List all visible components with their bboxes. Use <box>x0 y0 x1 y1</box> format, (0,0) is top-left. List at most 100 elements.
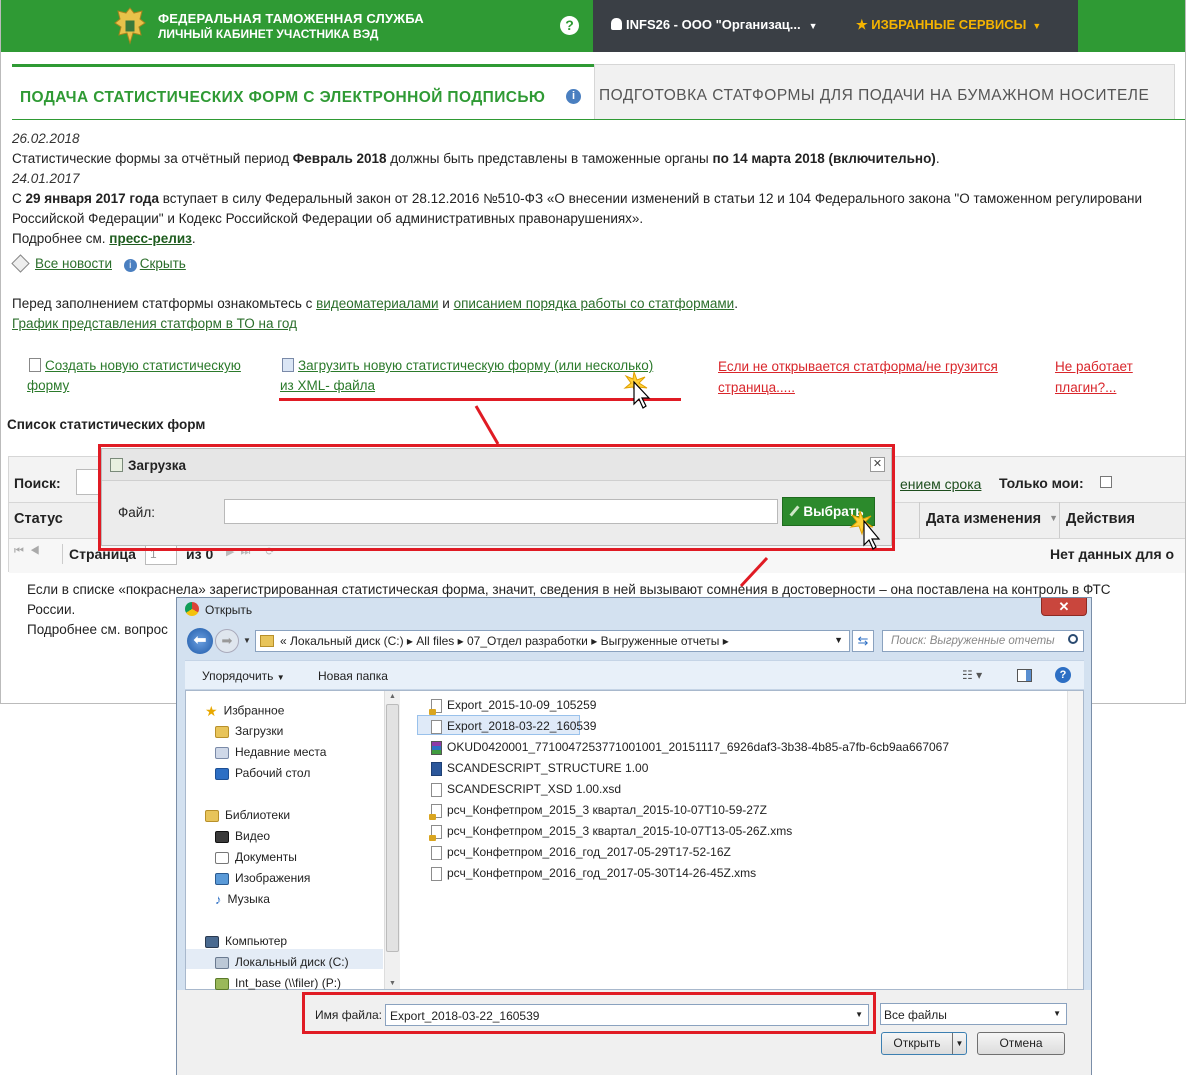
video-materials-link[interactable]: видеоматериалами <box>316 296 438 311</box>
nav-local-disk-label: Локальный диск (C:) <box>235 955 349 969</box>
file-item[interactable]: SCANDESCRIPT_XSD 1.00.xsd <box>431 782 621 797</box>
nav-video-label: Видео <box>235 829 271 843</box>
history-chevron-icon[interactable]: ▼ <box>243 636 251 645</box>
nav-documents-label: Документы <box>235 850 297 864</box>
only-mine-checkbox[interactable] <box>1100 476 1112 488</box>
nav-network-drive[interactable]: Int_base (\\filer) (P:) <box>215 976 341 990</box>
breadcrumb-item[interactable]: Локальный диск (C:) <box>290 634 404 648</box>
nav-computer[interactable]: Компьютер <box>205 934 287 948</box>
chevron-down-icon: ▼ <box>276 673 285 682</box>
nav-downloads[interactable]: Загрузки <box>215 724 283 738</box>
info-icon[interactable]: i <box>566 89 581 104</box>
column-changed-date[interactable]: Дата изменения ▼ <box>926 511 1058 527</box>
file-item[interactable]: рсч_Конфетпром_2016_год_2017-05-29T17-52… <box>431 845 731 860</box>
back-button[interactable]: ⬅ <box>187 628 213 654</box>
nav-video[interactable]: Видео <box>215 829 270 843</box>
search-input[interactable]: Поиск: Выгруженные отчеты <box>882 630 1084 652</box>
search-label: Поиск: <box>14 475 61 491</box>
troubleshoot-label: Если не открывается статформа/не грузитс… <box>718 359 998 374</box>
refresh-icon[interactable]: ⇆ <box>852 630 874 652</box>
pager-first-prev-icon[interactable]: ⏮◀ <box>14 545 46 558</box>
music-icon: ♪ <box>215 892 222 908</box>
all-news-link[interactable]: Все новости <box>35 256 112 271</box>
nav-images[interactable]: Изображения <box>215 871 310 885</box>
view-menu-icon[interactable]: ☷ ▾ <box>962 668 982 682</box>
new-folder-button[interactable]: Новая папка <box>318 669 388 683</box>
news-date-2: 24.01.2017 <box>12 171 80 186</box>
highlight-box <box>302 992 876 1034</box>
create-form-link[interactable]: Создать новую статистическую форму <box>27 356 241 396</box>
upload-xml-link[interactable]: Загрузить новую статистическую форму (ил… <box>280 356 653 396</box>
file-name: OKUD0420001_7710047253771001001_20151117… <box>447 740 950 754</box>
file-name: рсч_Конфетпром_2015_3 квартал_2015-10-07… <box>447 803 767 817</box>
help-icon[interactable]: ? <box>560 16 579 35</box>
troubleshoot-link[interactable]: Если не открывается статформа/не грузитс… <box>718 356 998 398</box>
breadcrumb-item[interactable]: Выгруженные отчеты <box>601 634 720 648</box>
locked-file-icon <box>429 698 442 715</box>
user-menu[interactable]: INFS26 - ООО "Организац... ▼ <box>611 17 818 32</box>
column-divider <box>1059 502 1060 538</box>
plugin-help-link[interactable]: Не работает плагин?... <box>1055 356 1133 398</box>
deadline-filter-link[interactable]: ением срока <box>900 476 981 492</box>
nav-network-drive-label: Int_base (\\filer) (P:) <box>235 976 342 990</box>
breadcrumb-item[interactable]: All files <box>416 634 454 648</box>
favorites-menu[interactable]: ★ ИЗБРАННЫЕ СЕРВИСЫ ▼ <box>856 17 1041 33</box>
recent-places-icon <box>215 746 229 759</box>
locked-file-icon <box>429 824 442 841</box>
file-type-select[interactable]: Все файлы ▼ <box>880 1003 1067 1025</box>
file-name: Export_2018-03-22_160539 <box>447 719 597 733</box>
nav-desktop-label: Рабочий стол <box>235 766 311 780</box>
warning-line-3: Подробнее см. вопрос <box>27 622 168 637</box>
file-item[interactable]: рсч_Конфетпром_2015_3 квартал_2015-10-07… <box>429 824 792 841</box>
tab-electronic-signature[interactable]: ПОДАЧА СТАТИСТИЧЕСКИХ ФОРМ С ЭЛЕКТРОННОЙ… <box>12 64 594 120</box>
nav-images-label: Изображения <box>235 871 311 885</box>
troubleshoot-label-2: страница..... <box>718 380 795 395</box>
news-item-1: Статистические формы за отчётный период … <box>12 151 940 166</box>
nav-documents[interactable]: Документы <box>215 850 297 864</box>
word-file-icon <box>431 761 442 776</box>
news-item-2: С 29 января 2017 года вступает в силу Фе… <box>12 191 1142 206</box>
file-item[interactable]: Export_2015-10-09_105259 <box>429 698 596 715</box>
file-item[interactable]: рсч_Конфетпром_2016_год_2017-05-30T14-26… <box>431 866 756 881</box>
cancel-button[interactable]: Отмена <box>977 1032 1065 1055</box>
nav-libraries[interactable]: Библиотеки <box>205 808 290 822</box>
nav-recent[interactable]: Недавние места <box>215 745 326 759</box>
nav-local-disk[interactable]: Локальный диск (C:) <box>215 955 349 969</box>
file-name: SCANDESCRIPT_STRUCTURE 1.00 <box>447 761 649 775</box>
info-icon: i <box>123 259 137 272</box>
open-button[interactable]: Открыть ▼ <box>881 1032 967 1055</box>
news-text: вступает в силу Федеральный закон от 28.… <box>159 191 1142 206</box>
instructions-link[interactable]: описанием порядка работы со статформами <box>454 296 735 311</box>
column-status[interactable]: Статус <box>14 511 63 527</box>
breadcrumb-item[interactable]: 07_Отдел разработки <box>467 634 588 648</box>
preview-pane-icon[interactable] <box>1017 669 1032 682</box>
schedule-link[interactable]: График представления статформ в ТО на го… <box>12 316 297 331</box>
organize-menu[interactable]: Упорядочить ▼ <box>202 669 285 683</box>
forward-button[interactable]: ➡ <box>215 629 239 653</box>
help-icon[interactable]: ? <box>1055 667 1071 683</box>
files-scrollbar[interactable] <box>1067 691 1083 989</box>
news-more-dot: . <box>191 231 196 246</box>
warning-line-2: России. <box>27 602 76 617</box>
nav-music[interactable]: ♪ Музыка <box>215 892 270 907</box>
nav-desktop[interactable]: Рабочий стол <box>215 766 310 780</box>
press-release-link[interactable]: пресс-релиз <box>109 231 192 246</box>
intro-text-part: и <box>438 296 454 311</box>
file-item-selected[interactable]: Export_2018-03-22_160539 <box>431 719 596 734</box>
file-item[interactable]: OKUD0420001_7710047253771001001_20151117… <box>431 740 949 755</box>
nav-favorites[interactable]: ★ Избранное <box>205 703 284 720</box>
emblem-logo-icon <box>114 7 146 45</box>
chrome-icon <box>185 602 199 616</box>
column-actions[interactable]: Действия <box>1066 511 1135 527</box>
close-icon[interactable]: ✕ <box>1041 598 1087 616</box>
tab-paper-form[interactable]: ПОДГОТОВКА СТАТФОРМЫ ДЛЯ ПОДАЧИ НА БУМАЖ… <box>594 64 1175 120</box>
highlight-box <box>98 444 895 551</box>
chevron-down-icon[interactable]: ▼ <box>834 635 843 645</box>
brand-subtitle: ЛИЧНЫЙ КАБИНЕТ УЧАСТНИКА ВЭД <box>158 27 379 41</box>
hide-news-link[interactable]: Скрыть <box>140 256 186 271</box>
nav-scrollbar[interactable]: ▲ ▼ <box>384 691 400 989</box>
address-bar[interactable]: « Локальный диск (C:) ▸ All files ▸ 07_О… <box>255 630 850 652</box>
file-name: SCANDESCRIPT_XSD 1.00.xsd <box>447 782 622 796</box>
file-item[interactable]: SCANDESCRIPT_STRUCTURE 1.00 <box>431 761 648 776</box>
file-item[interactable]: рсч_Конфетпром_2015_3 квартал_2015-10-07… <box>429 803 767 820</box>
